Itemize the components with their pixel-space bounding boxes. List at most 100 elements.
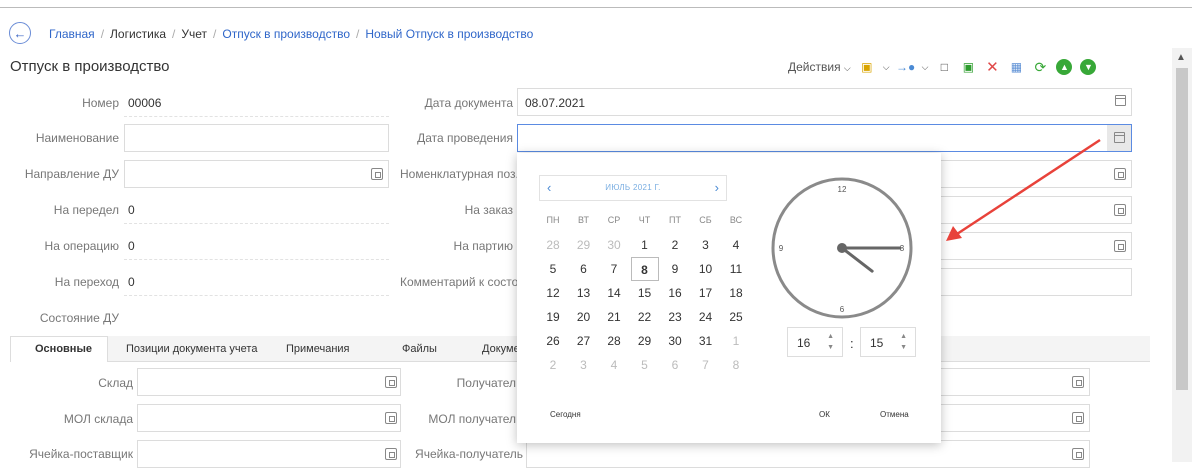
calendar-day[interactable]: 6 [570,257,598,281]
tab-documents[interactable]: Докуме [482,343,520,355]
upload-icon[interactable]: ▲ [1056,59,1073,75]
nomenclature-field[interactable] [940,160,1132,188]
clipboard-icon[interactable]: ▣ [859,59,875,75]
breadcrumb-home[interactable]: Главная [49,27,95,41]
calendar-day[interactable]: 5 [539,257,567,281]
select-picker-icon[interactable] [1114,168,1126,180]
select-picker-icon[interactable] [1072,412,1084,424]
calendar-day[interactable]: 28 [600,329,628,353]
select-picker-icon[interactable] [371,168,383,180]
cell-supplier-field[interactable] [137,440,401,468]
hour-input[interactable]: 16 ▲ ▼ [787,327,843,357]
back-button[interactable]: ← [9,22,31,44]
minute-input[interactable]: 15 ▲ ▼ [860,327,916,357]
calendar-day[interactable]: 16 [661,281,689,305]
calendar-day[interactable]: 20 [570,305,598,329]
select-picker-icon[interactable] [1072,448,1084,460]
batch-field[interactable] [940,232,1132,260]
calendar-day[interactable]: 3 [570,353,598,377]
calendar-day[interactable]: 12 [539,281,567,305]
chevron-right-icon[interactable]: › [715,180,719,195]
breadcrumb-release[interactable]: Отпуск в производство [222,27,350,41]
calendar-day[interactable]: 24 [692,305,720,329]
scroll-up-icon[interactable]: ▲ [1176,52,1186,63]
download-icon[interactable]: ▼ [1080,59,1097,75]
calendar-day[interactable]: 8 [722,353,750,377]
calendar-day[interactable]: 9 [661,257,689,281]
calendar-day[interactable]: 30 [600,233,628,257]
delete-icon[interactable]: ✕ [984,59,1000,76]
calendar-day[interactable]: 22 [631,305,659,329]
actions-menu-button[interactable]: Действия ⌵ [788,60,851,74]
select-picker-icon[interactable] [385,448,397,460]
order-field[interactable] [940,196,1132,224]
today-button[interactable]: Сегодня [550,410,581,419]
calendar-day[interactable]: 17 [692,281,720,305]
calendar-day[interactable]: 11 [722,257,750,281]
calendar-day[interactable]: 1 [722,329,750,353]
calendar-day[interactable]: 15 [631,281,659,305]
scrollbar-thumb[interactable] [1176,68,1188,390]
direction-field[interactable] [124,160,389,188]
select-picker-icon[interactable] [385,376,397,388]
calendar-day[interactable]: 3 [692,233,720,257]
calendar-day[interactable]: 1 [631,233,659,257]
cell-receiver-field[interactable] [526,440,1090,468]
mol-warehouse-field[interactable] [137,404,401,432]
calendar-day[interactable]: 2 [661,233,689,257]
calendar-day[interactable]: 4 [600,353,628,377]
calendar-icon[interactable] [1115,95,1126,106]
mol-receiver-field[interactable] [940,404,1090,432]
calendar-day[interactable]: 29 [631,329,659,353]
calendar-day[interactable]: 26 [539,329,567,353]
doc-date-field[interactable] [517,88,1132,116]
breadcrumb-new-release[interactable]: Новый Отпуск в производство [365,27,533,41]
calendar-day[interactable]: 19 [539,305,567,329]
ok-button[interactable]: ОК [819,410,830,419]
calendar-day[interactable]: 29 [570,233,598,257]
calendar-day[interactable]: 27 [570,329,598,353]
chevron-down-icon[interactable]: ⌵ [883,62,890,73]
calendar-day[interactable]: 25 [722,305,750,329]
spinner-icon[interactable]: ▲ ▼ [900,331,907,353]
post-date-field[interactable] [517,124,1132,152]
select-picker-icon[interactable] [385,412,397,424]
calendar-day[interactable]: 18 [722,281,750,305]
calendar-day[interactable]: 7 [692,353,720,377]
tab-positions[interactable]: Позиции документа учета [126,343,257,355]
arrow-dot-icon[interactable]: →● [896,59,915,75]
select-picker-icon[interactable] [1114,240,1126,252]
calendar-day[interactable]: 6 [661,353,689,377]
calendar-day[interactable]: 28 [539,233,567,257]
calendar-day[interactable]: 31 [692,329,720,353]
calendar-day[interactable]: 30 [661,329,689,353]
calendar-day[interactable]: 2 [539,353,567,377]
receiver-field[interactable] [940,368,1090,396]
calendar-day[interactable]: 23 [661,305,689,329]
calendar-icon[interactable] [1114,132,1125,143]
calendar-day[interactable]: 8 [630,257,659,281]
tab-main[interactable]: Основные [35,343,92,355]
calendar-day[interactable]: 14 [600,281,628,305]
tab-notes[interactable]: Примечания [286,343,350,355]
new-document-icon[interactable]: □ [936,59,952,75]
tab-files[interactable]: Файлы [402,343,437,355]
select-picker-icon[interactable] [1114,204,1126,216]
cancel-button[interactable]: Отмена [880,410,909,419]
calendar-day[interactable]: 13 [570,281,598,305]
select-picker-icon[interactable] [1072,376,1084,388]
calculator-icon[interactable]: ▦ [1008,59,1024,75]
warehouse-field[interactable] [137,368,401,396]
name-field[interactable] [124,124,389,152]
refresh-icon[interactable]: ⟳ [1032,59,1048,75]
calendar-day[interactable]: 10 [692,257,720,281]
scrollbar[interactable]: ▲ [1172,48,1192,462]
calendar-day[interactable]: 7 [600,257,628,281]
chevron-down-icon[interactable]: ⌵ [922,62,929,73]
clock-face[interactable]: 12 3 6 9 [769,175,915,324]
copy-icon[interactable]: ▣ [960,59,976,75]
calendar-day[interactable]: 21 [600,305,628,329]
calendar-day[interactable]: 5 [631,353,659,377]
spinner-icon[interactable]: ▲ ▼ [827,331,834,353]
calendar-day[interactable]: 4 [722,233,750,257]
